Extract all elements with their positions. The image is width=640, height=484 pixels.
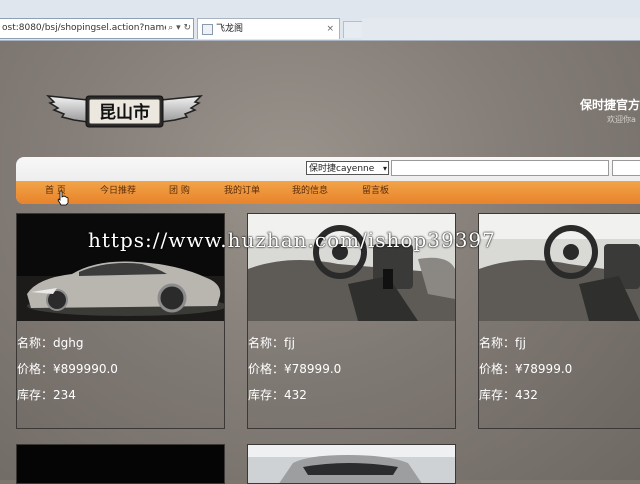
product-stock: 库存：432 — [248, 386, 307, 403]
stock-value: 432 — [515, 388, 538, 402]
price-value: ¥78999.0 — [284, 362, 342, 376]
product-card[interactable]: 名称：fjj 价格：¥78999.0 库存：432 — [247, 213, 456, 429]
address-controls[interactable]: ⌕ ▾ ↻ — [166, 19, 191, 38]
stock-label: 库存： — [479, 388, 516, 402]
product-image[interactable] — [479, 214, 640, 321]
logo-text: 昆山市 — [99, 102, 150, 123]
nav-item-my-info[interactable]: 我的信息 — [292, 181, 328, 204]
price-value: ¥899990.0 — [53, 362, 118, 376]
nav-item-group-buy[interactable]: 团 购 — [169, 181, 190, 204]
product-price: 价格：¥899990.0 — [17, 360, 118, 377]
name-label: 名称： — [248, 336, 285, 350]
price-value: ¥78999.0 — [515, 362, 573, 376]
address-bar[interactable]: ost:8080/bsj/shopingsel.action?name ⌕ ▾ … — [0, 18, 194, 39]
product-card[interactable]: 名称：dghg 价格：¥899990.0 库存：234 — [16, 213, 225, 429]
product-image[interactable] — [248, 445, 455, 484]
stock-label: 库存： — [17, 388, 54, 402]
name-value: dghg — [53, 336, 84, 350]
product-image[interactable] — [17, 214, 224, 321]
product-price: 价格：¥78999.0 — [479, 360, 572, 377]
category-select[interactable]: 保时捷cayenne ▾ — [306, 161, 389, 175]
name-label: 名称： — [479, 336, 516, 350]
tab-title: 飞龙阁 — [216, 24, 244, 34]
name-label: 名称： — [17, 336, 54, 350]
name-value: fjj — [515, 336, 526, 350]
page-icon — [202, 24, 213, 35]
product-price: 价格：¥78999.0 — [248, 360, 341, 377]
price-label: 价格： — [248, 362, 285, 376]
product-image[interactable] — [248, 214, 455, 321]
nav-item-recommend[interactable]: 今日推荐 — [100, 181, 136, 204]
search-input[interactable] — [391, 160, 609, 176]
stock-value: 432 — [284, 388, 307, 402]
brand-title: 保时捷官方 — [580, 98, 640, 112]
stock-label: 库存： — [248, 388, 285, 402]
product-name: 名称：dghg — [17, 334, 83, 351]
left-wing-icon — [46, 95, 89, 123]
product-stock: 库存：432 — [479, 386, 538, 403]
nav-item-message-board[interactable]: 留言板 — [362, 181, 389, 204]
logo: 昆山市 — [46, 95, 203, 128]
product-name: 名称：fjj — [479, 334, 526, 351]
search-button[interactable] — [612, 160, 640, 176]
tab-strip-empty — [362, 18, 640, 40]
price-label: 价格： — [17, 362, 54, 376]
chevron-down-icon: ▾ — [382, 164, 387, 173]
price-label: 价格： — [479, 362, 516, 376]
close-icon[interactable]: × — [326, 19, 334, 40]
nav-item-orders[interactable]: 我的订单 — [224, 181, 260, 204]
welcome-text: 欢迎你a — [607, 115, 636, 124]
new-tab-button[interactable] — [343, 21, 363, 38]
hand-cursor-icon — [57, 190, 69, 206]
stock-value: 234 — [53, 388, 76, 402]
category-select-value: 保时捷cayenne — [309, 164, 375, 174]
address-url[interactable]: ost:8080/bsj/shopingsel.action?name — [2, 19, 170, 38]
product-card[interactable] — [16, 444, 225, 484]
name-value: fjj — [284, 336, 295, 350]
product-stock: 库存：234 — [17, 386, 76, 403]
right-wing-icon — [160, 95, 203, 123]
product-card[interactable]: 名称：fjj 价格：¥78999.0 库存：432 — [478, 213, 640, 429]
product-card[interactable] — [247, 444, 456, 484]
browser-tab[interactable]: 飞龙阁 × — [197, 18, 340, 39]
product-name: 名称：fjj — [248, 334, 295, 351]
browser-chrome: ost:8080/bsj/shopingsel.action?name ⌕ ▾ … — [0, 0, 640, 41]
